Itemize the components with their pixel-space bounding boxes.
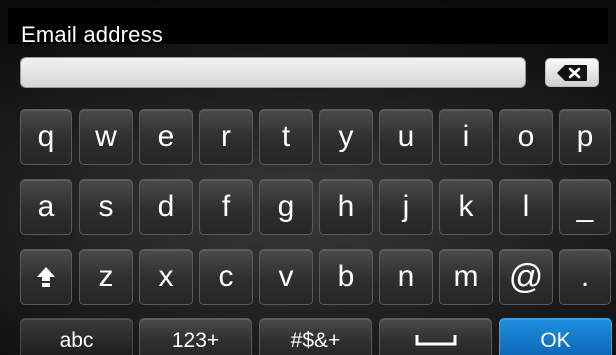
key-q[interactable]: q: [20, 109, 72, 165]
backspace-icon: [557, 64, 587, 81]
key-label: h: [337, 190, 355, 223]
abc-mode-button[interactable]: abc: [20, 318, 133, 355]
key-label: OK: [540, 328, 571, 352]
key-label: x: [158, 260, 174, 293]
key-e[interactable]: e: [139, 109, 193, 165]
key-label: @: [508, 258, 544, 296]
key-label: n: [397, 260, 415, 293]
key-label: #$&+: [290, 328, 341, 352]
key-d[interactable]: d: [139, 179, 193, 235]
email-field[interactable]: [20, 57, 526, 88]
key-label: .: [580, 260, 590, 293]
key-h[interactable]: h: [319, 179, 373, 235]
key-s[interactable]: s: [79, 179, 133, 235]
key-label: 123+: [171, 328, 220, 352]
space-button[interactable]: [379, 318, 492, 355]
key-label: j: [402, 190, 410, 223]
numeric-mode-button[interactable]: 123+: [139, 318, 252, 355]
key-label: b: [337, 260, 355, 293]
key-x[interactable]: x: [139, 249, 193, 305]
key-label: t: [281, 120, 291, 153]
key-f[interactable]: f: [199, 179, 253, 235]
key-t[interactable]: t: [259, 109, 313, 165]
key-label: r: [221, 120, 231, 153]
key-label: a: [37, 190, 55, 223]
key-a[interactable]: a: [20, 179, 72, 235]
key-o[interactable]: o: [499, 109, 553, 165]
key-label: i: [462, 120, 470, 153]
key-r[interactable]: r: [199, 109, 253, 165]
key-n[interactable]: n: [379, 249, 433, 305]
key-w[interactable]: w: [79, 109, 133, 165]
symbol-mode-button[interactable]: #$&+: [259, 318, 372, 355]
key-at[interactable]: @: [499, 249, 553, 305]
key-label: _: [576, 190, 594, 223]
key-label: l: [522, 190, 530, 223]
key-label: u: [397, 120, 415, 153]
key-period[interactable]: .: [559, 249, 611, 305]
key-label: v: [278, 260, 294, 293]
key-v[interactable]: v: [259, 249, 313, 305]
page-title: Email address: [21, 22, 163, 47]
key-l[interactable]: l: [499, 179, 553, 235]
key-underscore[interactable]: _: [559, 179, 611, 235]
key-label: y: [338, 120, 354, 153]
backspace-button[interactable]: [545, 58, 599, 87]
key-g[interactable]: g: [259, 179, 313, 235]
key-j[interactable]: j: [379, 179, 433, 235]
key-k[interactable]: k: [439, 179, 493, 235]
key-label: f: [221, 190, 231, 223]
key-label: w: [95, 120, 117, 153]
shift-key[interactable]: [20, 249, 72, 305]
key-c[interactable]: c: [199, 249, 253, 305]
key-z[interactable]: z: [79, 249, 133, 305]
key-label: q: [37, 120, 55, 153]
key-label: z: [98, 260, 114, 293]
key-i[interactable]: i: [439, 109, 493, 165]
key-label: g: [277, 190, 295, 223]
space-bar-icon: [415, 335, 456, 346]
title-bar: Email address: [8, 8, 608, 47]
key-label: o: [517, 120, 535, 153]
key-label: k: [458, 190, 474, 223]
key-label: e: [157, 120, 175, 153]
key-label: s: [98, 190, 114, 223]
key-label: c: [218, 260, 234, 293]
key-p[interactable]: p: [559, 109, 611, 165]
key-label: abc: [59, 328, 94, 352]
key-y[interactable]: y: [319, 109, 373, 165]
key-label: p: [576, 120, 594, 153]
key-u[interactable]: u: [379, 109, 433, 165]
key-label: d: [157, 190, 175, 223]
keyboard-screen: Email address q w e r t y u i o p a s d …: [0, 0, 616, 355]
key-label: m: [453, 260, 479, 293]
key-m[interactable]: m: [439, 249, 493, 305]
shift-arrow-icon: [37, 267, 55, 287]
key-b[interactable]: b: [319, 249, 373, 305]
ok-button[interactable]: OK: [499, 318, 612, 355]
